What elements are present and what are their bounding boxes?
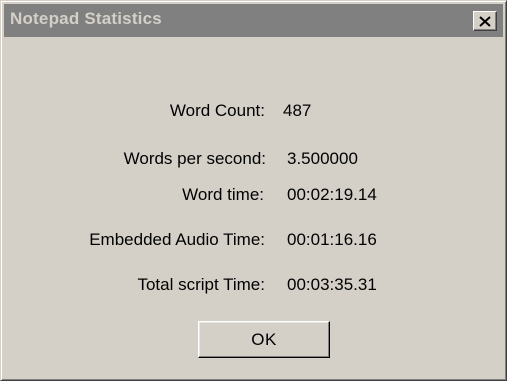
- title-bar[interactable]: Notepad Statistics: [4, 4, 503, 37]
- word-count-value: 487: [283, 101, 312, 120]
- word-time-label: Word time:: [182, 185, 264, 204]
- notepad-statistics-dialog: Notepad Statistics Word Count: 487 Words…: [0, 0, 507, 381]
- embedded-audio-time-label: Embedded Audio Time:: [89, 230, 265, 249]
- total-script-time-value: 00:03:35.31: [287, 275, 377, 294]
- embedded-audio-time-value: 00:01:16.16: [287, 230, 377, 249]
- stat-row-total-script-time: Total script Time: 00:03:35.31: [1, 275, 507, 299]
- ok-button[interactable]: OK: [198, 321, 330, 358]
- words-per-second-label: Words per second:: [123, 149, 266, 168]
- stat-row-word-time: Word time: 00:02:19.14: [1, 185, 507, 209]
- stat-row-word-count: Word Count: 487: [1, 101, 507, 125]
- close-icon: [479, 15, 491, 27]
- dialog-title: Notepad Statistics: [10, 9, 162, 28]
- words-per-second-value: 3.500000: [287, 149, 358, 168]
- stat-row-embedded-audio-time: Embedded Audio Time: 00:01:16.16: [1, 230, 507, 254]
- total-script-time-label: Total script Time:: [137, 275, 265, 294]
- close-button[interactable]: [473, 11, 497, 31]
- word-time-value: 00:02:19.14: [287, 185, 377, 204]
- word-count-label: Word Count:: [169, 101, 265, 120]
- stat-row-words-per-second: Words per second: 3.500000: [1, 149, 507, 173]
